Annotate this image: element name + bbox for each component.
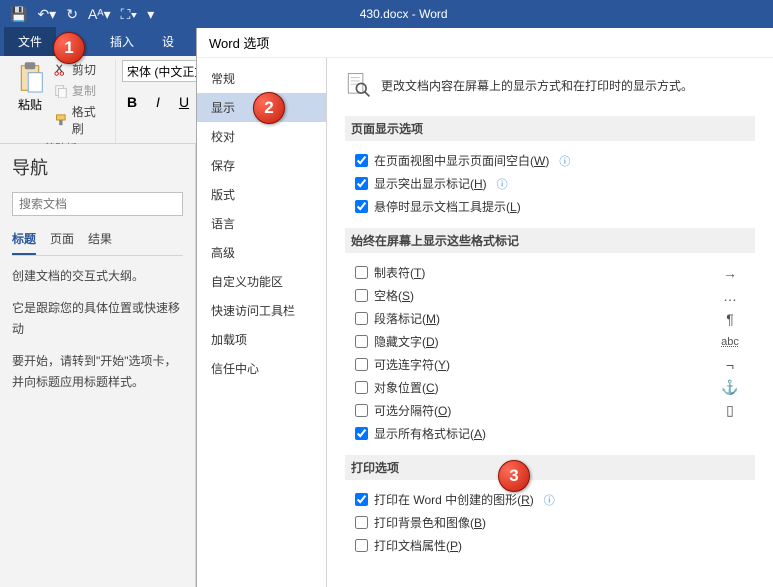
format-symbol: ¬ (715, 357, 745, 373)
touch-mode-icon[interactable]: ⛶▾ (121, 6, 138, 23)
callout-3: 3 (498, 460, 530, 492)
italic-button[interactable]: I (148, 94, 168, 111)
page-magnify-icon (345, 72, 371, 98)
option-label: 隐藏文字(D) (374, 333, 439, 350)
option-label: 可选分隔符(O) (374, 402, 451, 419)
format-symbol: → (715, 265, 745, 281)
save-icon[interactable]: 💾 (10, 6, 27, 23)
option-label: 悬停时显示文档工具提示(L) (374, 198, 521, 215)
info-icon[interactable]: ⓘ (559, 153, 570, 169)
nav-body: 创建文档的交互式大纲。 它是跟踪您的具体位置或快速移动 要开始，请转到"开始"选… (12, 266, 183, 394)
option-checkbox[interactable] (355, 312, 368, 325)
option-row: 打印在 Word 中创建的图形(R) ⓘ (345, 488, 755, 511)
nav-tab-results[interactable]: 结果 (88, 230, 112, 255)
dialog-content: 更改文档内容在屏幕上的显示方式和在打印时的显示方式。 页面显示选项 在页面视图中… (327, 58, 773, 587)
tab-file[interactable]: 文件 (4, 27, 56, 56)
format-symbol: … (715, 288, 745, 304)
option-checkbox[interactable] (355, 266, 368, 279)
option-label: 段落标记(M) (374, 310, 440, 327)
option-checkbox[interactable] (355, 493, 368, 506)
dialog-sidebar-item[interactable]: 快速访问工具栏 (197, 296, 326, 325)
dialog-sidebar-item[interactable]: 保存 (197, 151, 326, 180)
dialog-sidebar: 常规显示校对保存版式语言高级自定义功能区快速访问工具栏加载项信任中心 (197, 58, 327, 587)
navigation-pane: 导航 标题 页面 结果 创建文档的交互式大纲。 它是跟踪您的具体位置或快速移动 … (0, 144, 196, 587)
qat-more-icon[interactable]: ▾ (147, 6, 154, 23)
option-checkbox[interactable] (355, 427, 368, 440)
option-row: 可选分隔符(O) ▯ (345, 399, 755, 422)
copy-button[interactable]: 复制 (52, 81, 109, 100)
undo-icon[interactable]: ↶▾ (37, 6, 56, 23)
option-row: 打印背景色和图像(B) (345, 511, 755, 534)
tab-design[interactable]: 设 (148, 27, 188, 56)
option-checkbox[interactable] (355, 335, 368, 348)
dialog-description: 更改文档内容在屏幕上的显示方式和在打印时的显示方式。 (381, 77, 693, 94)
callout-1: 1 (53, 32, 85, 64)
underline-button[interactable]: U (174, 94, 194, 111)
dialog-sidebar-item[interactable]: 常规 (197, 64, 326, 93)
dialog-sidebar-item[interactable]: 校对 (197, 122, 326, 151)
dialog-sidebar-item[interactable]: 自定义功能区 (197, 267, 326, 296)
title-bar: 💾 ↶▾ ↻ Aᴬ▾ ⛶▾ ▾ 430.docx - Word (0, 0, 773, 28)
option-label: 对象位置(C) (374, 379, 439, 396)
dialog-sidebar-item[interactable]: 语言 (197, 209, 326, 238)
option-checkbox[interactable] (355, 358, 368, 371)
format-symbol: abc (715, 336, 745, 348)
option-label: 在页面视图中显示页面间空白(W) (374, 152, 549, 169)
option-label: 空格(S) (374, 287, 414, 304)
dialog-sidebar-item[interactable]: 加载项 (197, 325, 326, 354)
option-checkbox[interactable] (355, 154, 368, 167)
option-label: 制表符(T) (374, 264, 425, 281)
cut-button[interactable]: 剪切 (52, 60, 109, 79)
format-symbol: ¶ (715, 311, 745, 327)
tab-insert[interactable]: 插入 (96, 27, 148, 56)
quick-access-toolbar: 💾 ↶▾ ↻ Aᴬ▾ ⛶▾ ▾ (0, 6, 154, 23)
option-row: 在页面视图中显示页面间空白(W) ⓘ (345, 149, 755, 172)
option-row: 段落标记(M) ¶ (345, 307, 755, 330)
search-input[interactable] (12, 192, 183, 216)
info-icon[interactable]: ⓘ (497, 176, 508, 192)
option-row: 对象位置(C) ⚓ (345, 376, 755, 399)
option-label: 显示所有格式标记(A) (374, 425, 486, 442)
option-label: 显示突出显示标记(H) (374, 175, 487, 192)
format-symbol: ▯ (715, 402, 745, 419)
dialog-sidebar-item[interactable]: 信任中心 (197, 354, 326, 383)
option-row: 可选连字符(Y) ¬ (345, 353, 755, 376)
section-page-display: 页面显示选项 (345, 116, 755, 141)
option-label: 打印文档属性(P) (374, 537, 462, 554)
option-checkbox[interactable] (355, 539, 368, 552)
option-row: 隐藏文字(D) abc (345, 330, 755, 353)
redo-icon[interactable]: ↻ (66, 6, 78, 23)
nav-tab-pages[interactable]: 页面 (50, 230, 74, 255)
option-label: 打印在 Word 中创建的图形(R) (374, 491, 534, 508)
dialog-sidebar-item[interactable]: 版式 (197, 180, 326, 209)
callout-2: 2 (253, 92, 285, 124)
section-print: 打印选项 (345, 455, 755, 480)
option-row: 空格(S) … (345, 284, 755, 307)
dialog-sidebar-item[interactable]: 高级 (197, 238, 326, 267)
option-checkbox[interactable] (355, 516, 368, 529)
document-title: 430.docx - Word (154, 7, 773, 21)
dialog-title: Word 选项 (197, 28, 773, 58)
option-row: 制表符(T) → (345, 261, 755, 284)
option-checkbox[interactable] (355, 289, 368, 302)
paste-button[interactable]: 粘贴 (12, 60, 48, 115)
info-icon[interactable]: ⓘ (544, 492, 555, 508)
option-checkbox[interactable] (355, 177, 368, 190)
option-row: 显示所有格式标记(A) (345, 422, 755, 445)
option-checkbox[interactable] (355, 200, 368, 213)
option-row: 打印文档属性(P) (345, 534, 755, 557)
bold-button[interactable]: B (122, 94, 142, 111)
nav-tab-headings[interactable]: 标题 (12, 230, 36, 255)
option-row: 显示突出显示标记(H) ⓘ (345, 172, 755, 195)
option-checkbox[interactable] (355, 381, 368, 394)
font-grow-icon[interactable]: Aᴬ▾ (88, 6, 111, 23)
section-format-marks: 始终在屏幕上显示这些格式标记 (345, 228, 755, 253)
option-label: 可选连字符(Y) (374, 356, 450, 373)
option-label: 打印背景色和图像(B) (374, 514, 486, 531)
format-symbol: ⚓ (715, 379, 745, 396)
format-painter-button[interactable]: 格式刷 (52, 102, 109, 138)
option-row: 悬停时显示文档工具提示(L) (345, 195, 755, 218)
nav-title: 导航 (12, 154, 183, 180)
option-checkbox[interactable] (355, 404, 368, 417)
